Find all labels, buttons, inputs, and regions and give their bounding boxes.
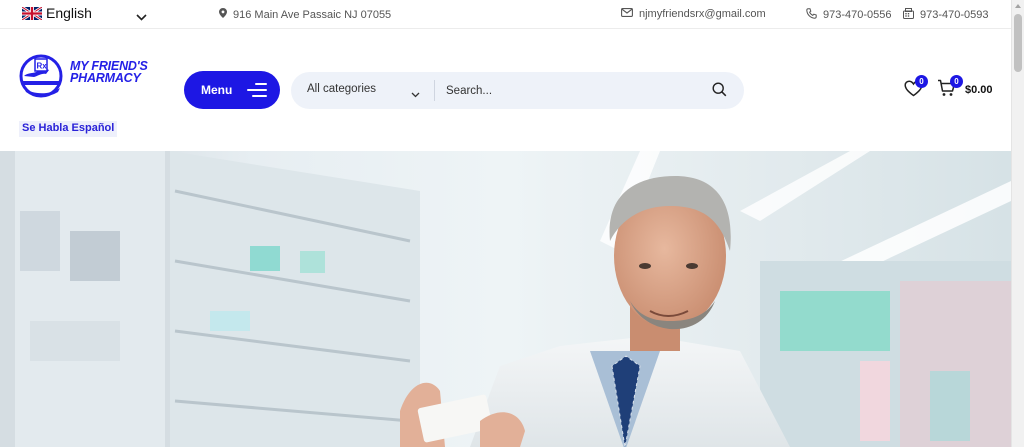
phone-icon <box>806 8 817 22</box>
search-bar: All categories <box>291 72 744 109</box>
top-bar: English 916 Main Ave Passaic NJ 07055 nj… <box>0 0 1011 29</box>
fax-icon <box>903 8 914 22</box>
category-select[interactable]: All categories <box>307 83 376 95</box>
cart-count-badge: 0 <box>950 75 963 88</box>
chevron-down-icon[interactable] <box>411 85 420 103</box>
phone[interactable]: 973-470-0556 <box>806 8 892 22</box>
scrollbar-thumb[interactable] <box>1014 14 1022 72</box>
logo-wordmark: MY FRIEND'S PHARMACY <box>70 60 148 85</box>
menu-lines-icon <box>247 83 267 97</box>
menu-button-label: Menu <box>201 83 233 97</box>
map-pin-icon <box>219 8 227 21</box>
cart-button[interactable]: 0 <box>937 75 963 102</box>
hero-banner-image <box>0 151 1011 447</box>
scroll-up-arrow-icon[interactable] <box>1015 4 1021 8</box>
cart-total[interactable]: $0.00 <box>965 84 993 96</box>
wishlist-button[interactable]: 0 <box>904 75 928 102</box>
search-input[interactable] <box>446 78 696 103</box>
wishlist-count-badge: 0 <box>915 75 928 88</box>
language-selector[interactable]: English <box>22 5 92 21</box>
fax[interactable]: 973-470-0593 <box>903 8 989 22</box>
mail-icon <box>621 8 633 20</box>
flag-uk-icon <box>22 6 42 20</box>
phone-text: 973-470-0556 <box>823 9 892 21</box>
chevron-down-icon[interactable] <box>136 8 147 26</box>
logo-rx-mark: Rx <box>37 62 48 71</box>
search-divider <box>434 80 435 101</box>
email[interactable]: njmyfriendsrx@gmail.com <box>621 8 766 20</box>
page-scrollbar[interactable] <box>1011 0 1024 447</box>
search-icon[interactable] <box>712 82 727 102</box>
address: 916 Main Ave Passaic NJ 07055 <box>219 8 391 21</box>
address-text: 916 Main Ave Passaic NJ 07055 <box>233 8 392 21</box>
language-label: English <box>46 5 92 21</box>
fax-text: 973-470-0593 <box>920 9 989 21</box>
menu-button[interactable]: Menu <box>184 71 280 109</box>
pharmacy-logo[interactable]: Rx MY FRIEND'S PHARMACY <box>18 54 148 107</box>
logo-line-2: PHARMACY <box>70 71 141 85</box>
email-text: njmyfriendsrx@gmail.com <box>639 8 766 20</box>
logo-emblem-icon: Rx <box>18 54 68 107</box>
spanish-spoken-tagline: Se Habla Español <box>19 121 118 137</box>
